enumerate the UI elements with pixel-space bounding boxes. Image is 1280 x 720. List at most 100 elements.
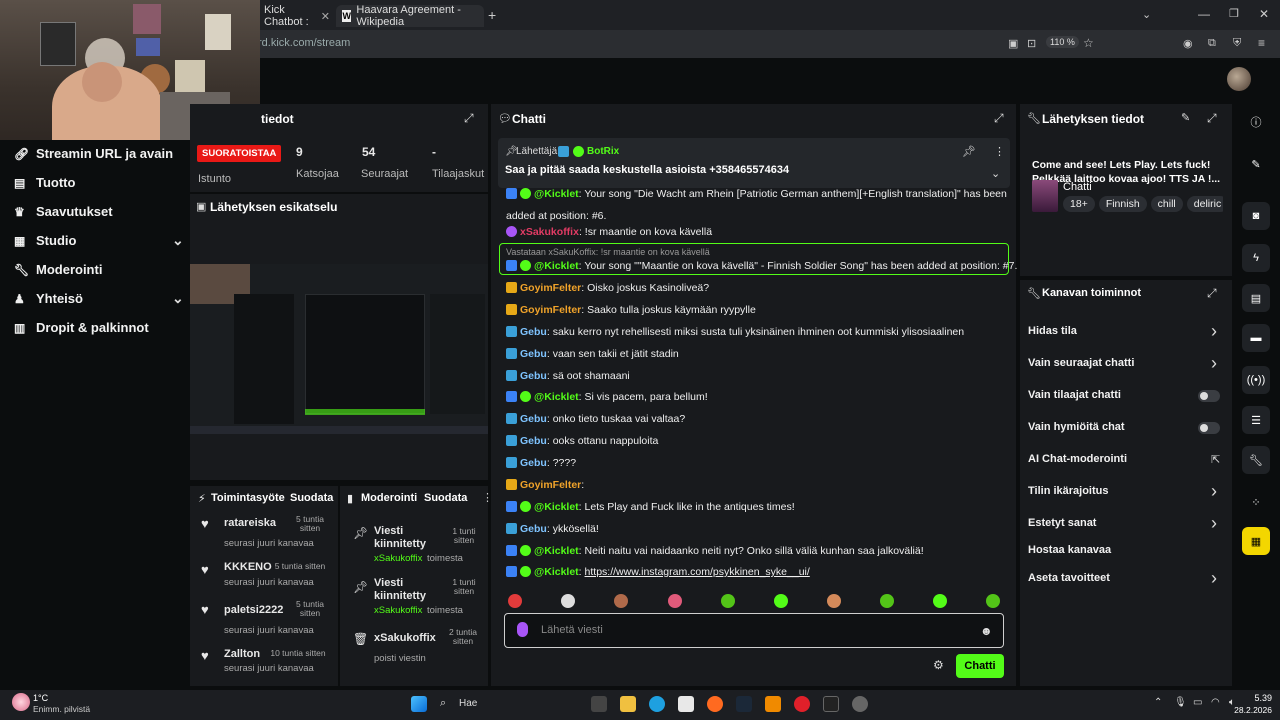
layers-icon[interactable]: ☰ [1242,406,1270,434]
chat-username[interactable]: Gebu [520,413,547,425]
clock-time[interactable]: 5.39 [1248,693,1272,703]
chevron-right-icon[interactable]: › [1211,514,1217,532]
pinned-message[interactable] [498,138,1010,188]
emote-icon[interactable] [880,594,894,608]
chat-message[interactable]: GoyimFelter: Oisko joskus Kasinoliveä? [506,282,709,294]
chat-message[interactable]: @Kicklet: Neiti naitu vai naidaanko neit… [506,545,924,557]
channel-action-label[interactable]: Tilin ikärajoitus [1028,485,1109,497]
channel-action-label[interactable]: Hidas tila [1028,325,1077,337]
chat-username[interactable]: Gebu [520,435,547,447]
chat-username[interactable]: Gebu [520,523,547,535]
close-window-icon[interactable]: ✕ [1259,7,1269,21]
chat-username[interactable]: @Kicklet [534,188,579,200]
chevron-down-icon[interactable]: ⌄ [991,167,1000,180]
chat-message[interactable]: @Kicklet: https://www.instagram.com/psyk… [506,566,810,578]
activity-user[interactable]: ratareiska [224,517,276,529]
info-icon[interactable]: ⓘ [1242,108,1270,136]
close-icon[interactable]: ✕ [321,10,330,23]
chat-username[interactable]: Gebu [520,348,547,360]
zoom-level[interactable]: 110 % [1046,36,1079,48]
save-icon[interactable]: ⊡ [1027,37,1036,50]
chat-username[interactable]: @Kicklet [534,391,579,403]
taskbar-search[interactable]: Hae [459,698,477,709]
list-icon[interactable]: ▤ [1242,284,1270,312]
emoji-icon[interactable]: ☻ [980,624,993,638]
chat-message[interactable]: xSakukoffix: !sr maantie on kova kävellä [506,226,712,238]
chat-username[interactable]: Gebu [520,457,547,469]
extensions-icon[interactable]: ⧉ [1208,37,1216,50]
chat-message[interactable]: @Kicklet: Your song "Die Wacht am Rhein … [506,188,1007,200]
clapper-icon[interactable]: ▦ [1242,527,1270,555]
mod-log-user[interactable]: xSakukoffix [374,605,422,616]
tab-kick-chatbot[interactable]: Kick Chatbot : ✕ [258,4,336,28]
terminal-icon[interactable] [823,696,839,712]
chat-message[interactable]: @Kicklet: Your song ""Maantie on kova kä… [506,260,1017,272]
chat-rail-icon[interactable]: ▬ [1242,324,1270,352]
chat-message[interactable]: Gebu: vaan sen takii et jätit stadin [506,348,679,360]
chat-message[interactable]: GoyimFelter: [506,479,584,491]
edit-icon[interactable]: ✎ [1181,111,1190,124]
chat-username[interactable]: Gebu [520,326,547,338]
expand-icon[interactable]: ⤢ [1207,286,1217,301]
unpin-icon[interactable]: 📌︎ [962,145,976,158]
channel-action-label[interactable]: Estetyt sanat [1028,517,1096,529]
tag[interactable]: chill [1150,196,1183,212]
chevron-right-icon[interactable]: › [1211,482,1217,500]
moderation-filter-button[interactable]: Suodata [424,492,467,504]
emote-icon[interactable] [614,594,628,608]
toggle-switch[interactable] [1198,390,1220,402]
tab-wikipedia[interactable]: W Haavara Agreement - Wikipedia [336,4,484,28]
display-icon[interactable]: ▭ [1193,697,1202,708]
sidebar-item-community[interactable]: ♟ Yhteisö ⌄ [14,290,190,306]
windows-start-icon[interactable] [411,696,427,712]
chat-message[interactable]: Gebu: onko tieto tuskaa vai valtaa? [506,413,685,425]
channel-action-label[interactable]: Vain tilaajat chatti [1028,389,1121,401]
activity-user[interactable]: Zallton [224,648,260,660]
category-thumbnail[interactable] [1032,180,1058,212]
edge-icon[interactable] [649,696,665,712]
chat-username[interactable]: @Kicklet [534,260,579,272]
chevron-right-icon[interactable]: › [1211,322,1217,340]
activity-user[interactable]: KKKENO [224,561,272,573]
lightning-icon[interactable]: ϟ [1242,244,1270,272]
chat-input[interactable]: Lähetä viesti [541,624,603,636]
new-tab-icon[interactable]: + [488,7,496,23]
emote-icon[interactable] [668,594,682,608]
screenshot-icon[interactable]: ▣ [1008,37,1018,50]
maximize-icon[interactable]: ❐ [1229,7,1239,20]
wrench-rail-icon[interactable]: 🔧︎ [1242,446,1270,474]
microphone-icon[interactable]: 🎙︎ [1174,697,1187,708]
toggle-switch[interactable] [1198,422,1220,434]
chat-message[interactable]: @Kicklet: Si vis pacem, para bellum! [506,391,708,403]
chat-username[interactable]: GoyimFelter [520,304,581,316]
emote-icon[interactable] [933,594,947,608]
expand-icon[interactable]: ⤢ [994,111,1004,126]
avatar[interactable] [1227,67,1251,91]
emote-icon[interactable] [561,594,575,608]
sidebar-item-stream-url[interactable]: 🔗︎ Streamin URL ja avain [14,146,173,161]
broadcast-icon[interactable]: ((•)) [1242,366,1270,394]
more-icon[interactable]: ⋮ [994,145,1005,158]
channel-action-label[interactable]: Aseta tavoitteet [1028,572,1110,584]
pen-icon[interactable]: ✎ [1242,150,1270,178]
menu-icon[interactable]: ≡ [1258,36,1265,50]
chevron-up-icon[interactable]: ⌃ [1154,697,1162,708]
url-field[interactable]: rd.kick.com/stream [258,37,350,49]
camera-icon[interactable]: ◙ [1242,202,1270,230]
gear-icon[interactable]: ⚙ [933,658,944,672]
expand-icon[interactable]: ⤢ [464,111,474,126]
external-link-icon[interactable]: ⇱ [1211,453,1220,466]
pinned-user[interactable]: BotRix [587,146,619,157]
chat-message[interactable]: Gebu: ykkösellä! [506,523,599,535]
sidebar-item-revenue[interactable]: ▤ Tuotto [14,175,75,190]
chat-username[interactable]: @Kicklet [534,566,579,578]
sidebar-item-achievements[interactable]: ♛ Saavutukset [14,204,113,219]
settings-icon[interactable] [852,696,868,712]
clock-date[interactable]: 28.2.2026 [1232,705,1272,715]
vlc-icon[interactable] [765,696,781,712]
sidebar-item-studio[interactable]: ▦ Studio ⌄ [14,232,190,248]
chat-username[interactable]: GoyimFelter [520,479,581,491]
sidebar-item-drops[interactable]: ▥ Dropit & palkinnot [14,320,149,335]
expand-icon[interactable]: ⤢ [1207,111,1217,126]
chevron-right-icon[interactable]: › [1211,569,1217,587]
